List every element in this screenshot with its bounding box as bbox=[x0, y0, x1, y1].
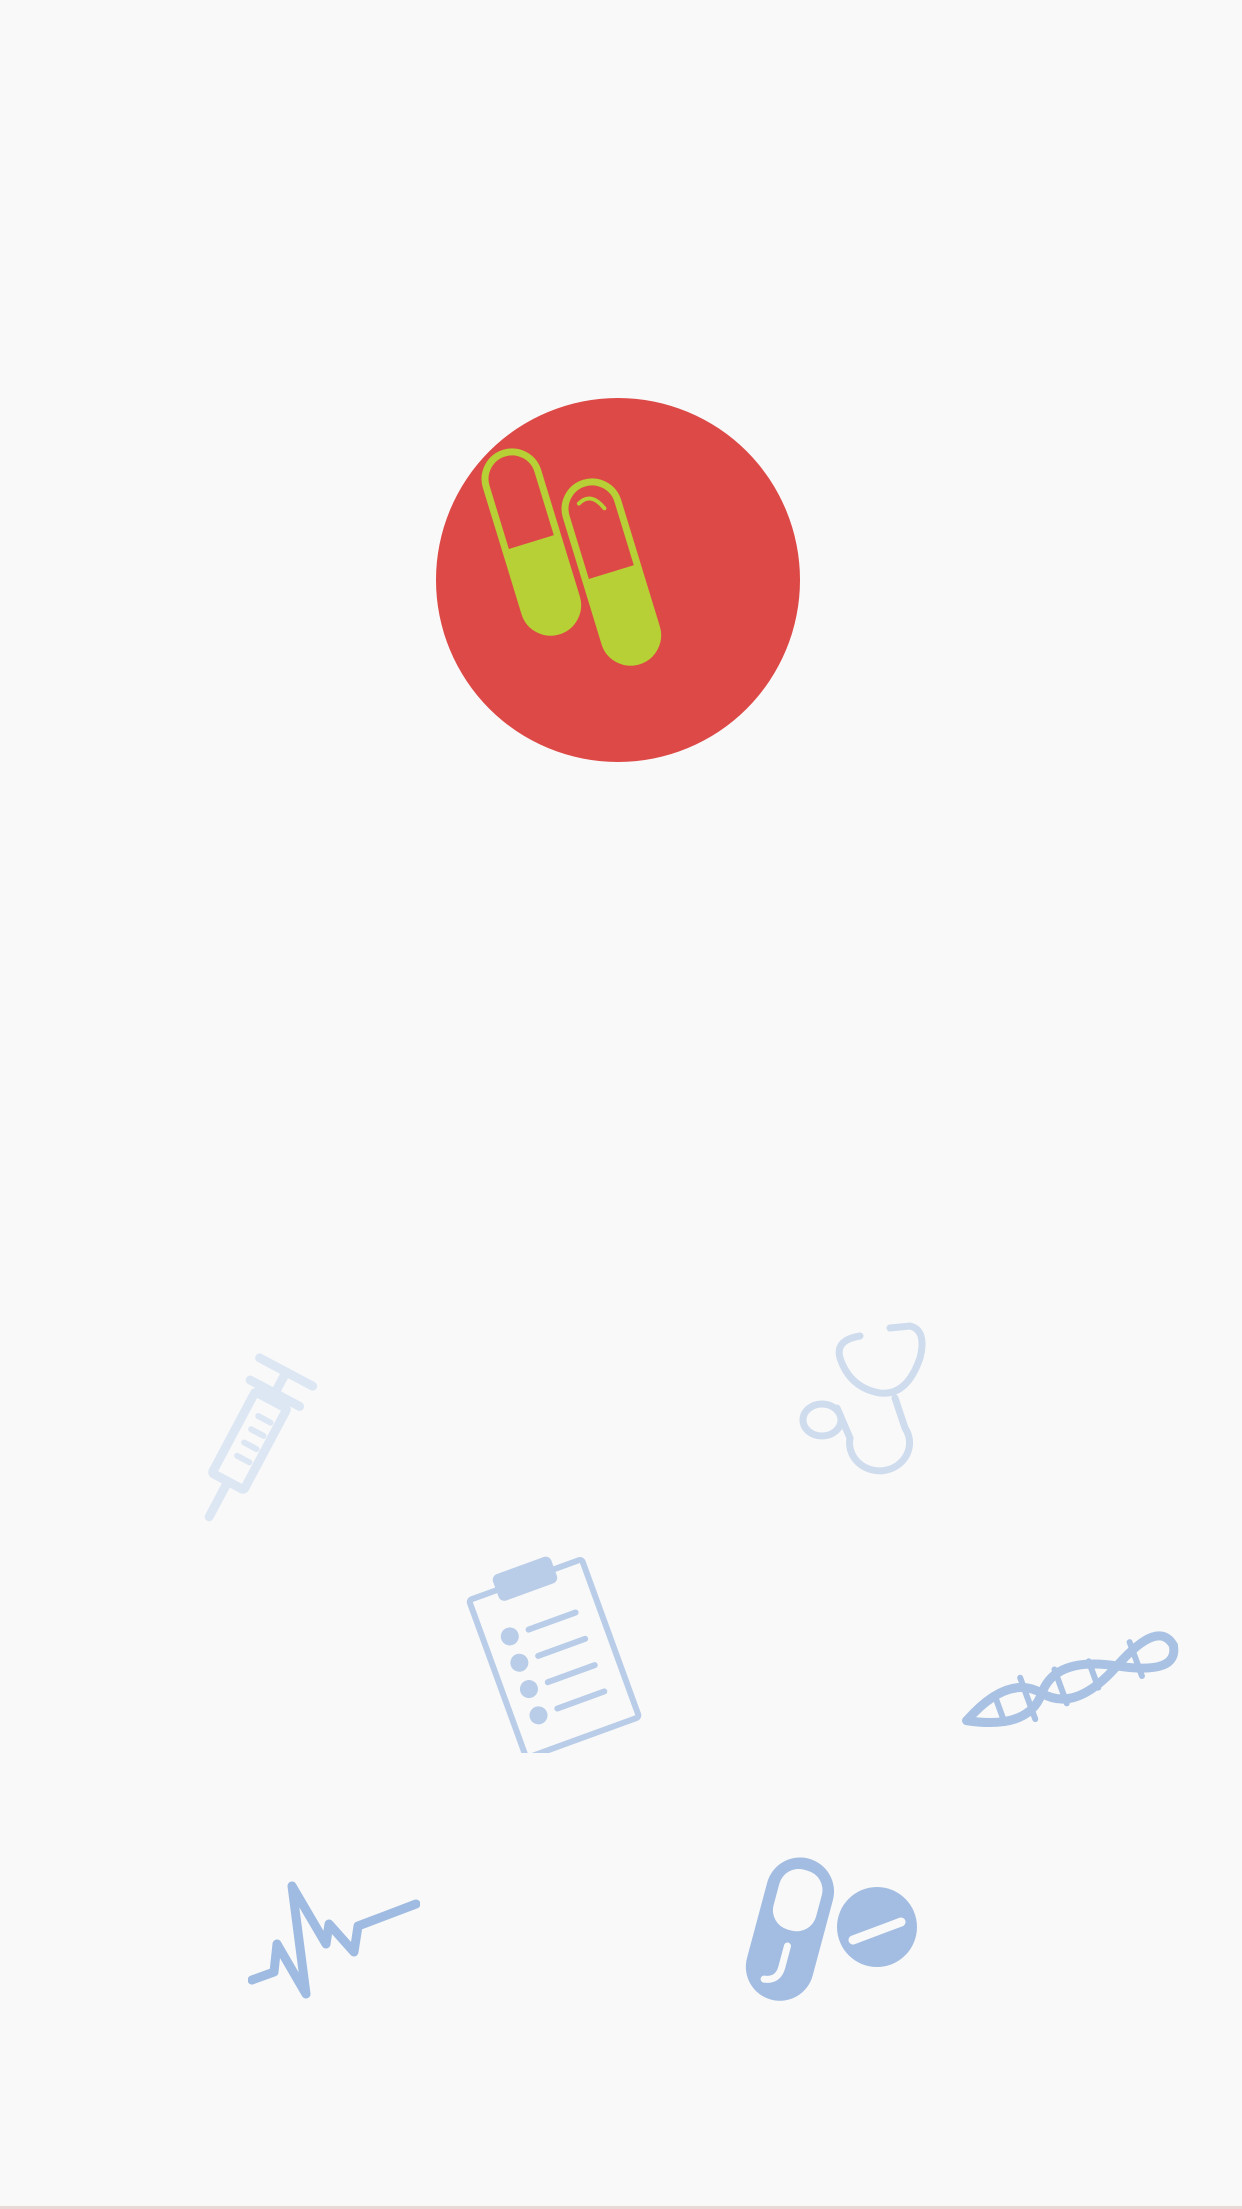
dna-icon bbox=[955, 1603, 1185, 1763]
stethoscope-icon bbox=[795, 1318, 945, 1498]
syringe-icon bbox=[180, 1345, 320, 1535]
medicine-capsules-icon bbox=[481, 448, 662, 666]
heartbeat-icon bbox=[248, 1878, 420, 2018]
clipboard-icon bbox=[462, 1553, 642, 1753]
pills-icon bbox=[735, 1850, 920, 2005]
splash-screen bbox=[0, 0, 1242, 2209]
app-logo bbox=[436, 398, 800, 762]
